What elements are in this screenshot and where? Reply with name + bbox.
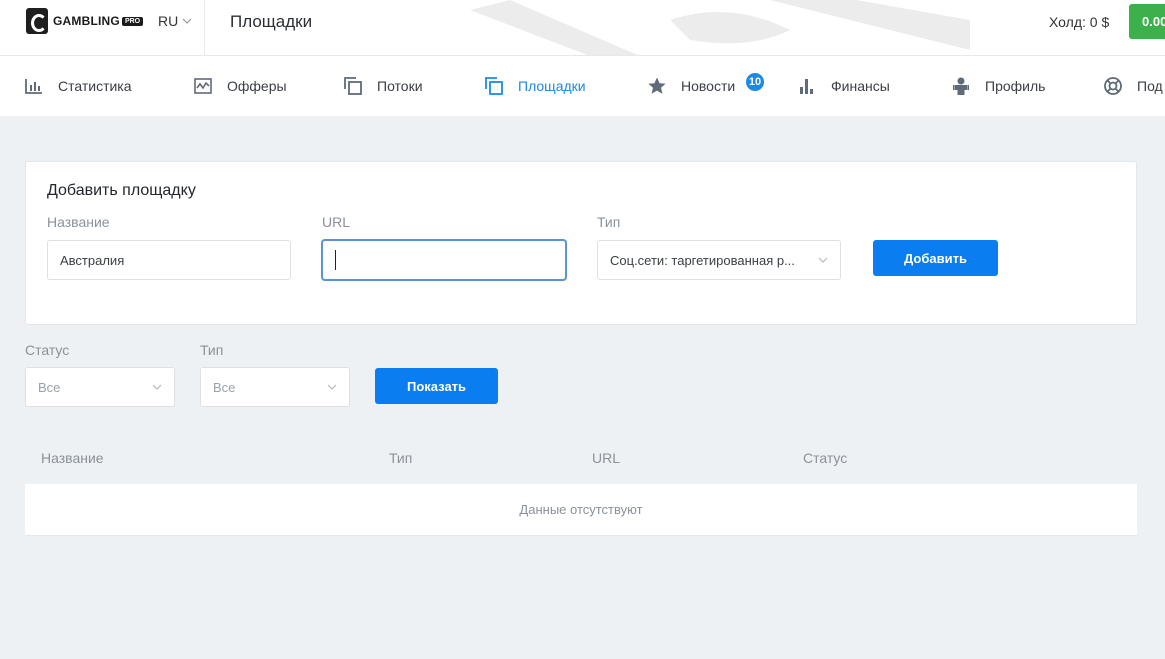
nav-label-offers: Офферы bbox=[227, 78, 287, 94]
chevron-down-icon bbox=[327, 384, 337, 390]
status-filter-select[interactable]: Все bbox=[25, 367, 175, 407]
chevron-down-icon bbox=[152, 384, 162, 390]
star-icon bbox=[647, 76, 667, 96]
add-platform-title: Добавить площадку bbox=[47, 182, 196, 199]
type-select[interactable]: Соц.сети: таргетированная р... bbox=[597, 240, 841, 280]
bar-chart-icon bbox=[24, 76, 44, 96]
logo-text: GAMBLING bbox=[53, 14, 120, 28]
page-title: Площадки bbox=[230, 12, 313, 31]
language-label: RU bbox=[158, 13, 179, 29]
balance-button[interactable]: 0.00 bbox=[1129, 4, 1165, 39]
type-filter-label: Тип bbox=[200, 342, 224, 358]
nav-label-news: Новости bbox=[681, 78, 736, 94]
top-header: GAMBLING PRO RU Площадки Холд: 0 $ 0.00 bbox=[0, 0, 1165, 56]
column-header-type[interactable]: Тип bbox=[389, 450, 412, 466]
nav-statistics[interactable]: Статистика bbox=[24, 56, 132, 116]
status-filter-label: Статус bbox=[25, 342, 70, 358]
nav-label-profile: Профиль bbox=[985, 78, 1046, 94]
nav-label-finance: Финансы bbox=[831, 78, 890, 94]
text-cursor bbox=[335, 250, 336, 270]
add-platform-card: Добавить площадку Название Австралия URL… bbox=[25, 161, 1137, 325]
user-icon bbox=[951, 76, 971, 96]
nav-profile[interactable]: Профиль bbox=[951, 56, 1045, 116]
name-input-value: Австралия bbox=[60, 252, 125, 268]
nav-label-statistics: Статистика bbox=[58, 78, 132, 94]
type-select-value: Соц.сети: таргетированная р... bbox=[610, 252, 795, 268]
chevron-down-icon bbox=[182, 18, 192, 24]
hold-amount: Холд: 0 $ bbox=[1049, 14, 1110, 30]
chevron-down-icon bbox=[818, 257, 828, 263]
name-input[interactable]: Австралия bbox=[47, 240, 291, 280]
nav-label-support: Под bbox=[1137, 78, 1163, 94]
main-nav: Статистика Офферы Потоки Площадки Новост… bbox=[0, 56, 1165, 116]
language-select[interactable]: RU bbox=[158, 13, 192, 29]
add-button[interactable]: Добавить bbox=[873, 240, 998, 276]
lifebuoy-icon bbox=[1103, 76, 1123, 96]
bars-icon bbox=[797, 76, 817, 96]
show-button[interactable]: Показать bbox=[375, 368, 498, 404]
nav-label-streams: Потоки bbox=[377, 78, 423, 94]
table-empty-row: Данные отсутствуют bbox=[25, 484, 1137, 536]
nav-streams[interactable]: Потоки bbox=[343, 56, 423, 116]
logo[interactable]: GAMBLING PRO bbox=[26, 8, 144, 34]
logo-card-icon bbox=[26, 8, 48, 34]
url-label: URL bbox=[322, 214, 351, 230]
chart-window-icon bbox=[193, 76, 213, 96]
status-filter-value: Все bbox=[38, 379, 61, 395]
nav-news[interactable]: Новости bbox=[647, 56, 735, 116]
nav-offers[interactable]: Офферы bbox=[193, 56, 287, 116]
type-filter-value: Все bbox=[213, 379, 236, 395]
column-header-name[interactable]: Название bbox=[41, 450, 104, 466]
type-label: Тип bbox=[597, 214, 621, 230]
empty-message: Данные отсутствуют bbox=[519, 502, 643, 517]
column-header-url[interactable]: URL bbox=[592, 450, 620, 466]
column-header-status[interactable]: Статус bbox=[803, 450, 847, 466]
type-filter-select[interactable]: Все bbox=[200, 367, 350, 407]
nav-label-platforms: Площадки bbox=[518, 78, 586, 94]
logo-pro-badge: PRO bbox=[121, 16, 144, 26]
news-count-badge: 10 bbox=[744, 71, 766, 93]
header-divider bbox=[204, 0, 205, 55]
watermark-graphic bbox=[470, 0, 970, 55]
copy-squares-icon bbox=[484, 76, 504, 96]
nav-support[interactable]: Под bbox=[1103, 56, 1163, 116]
nav-platforms[interactable]: Площадки bbox=[484, 56, 586, 116]
copy-squares-icon bbox=[343, 76, 363, 96]
name-label: Название bbox=[47, 214, 110, 230]
url-input[interactable] bbox=[322, 240, 566, 280]
nav-finance[interactable]: Финансы bbox=[797, 56, 890, 116]
